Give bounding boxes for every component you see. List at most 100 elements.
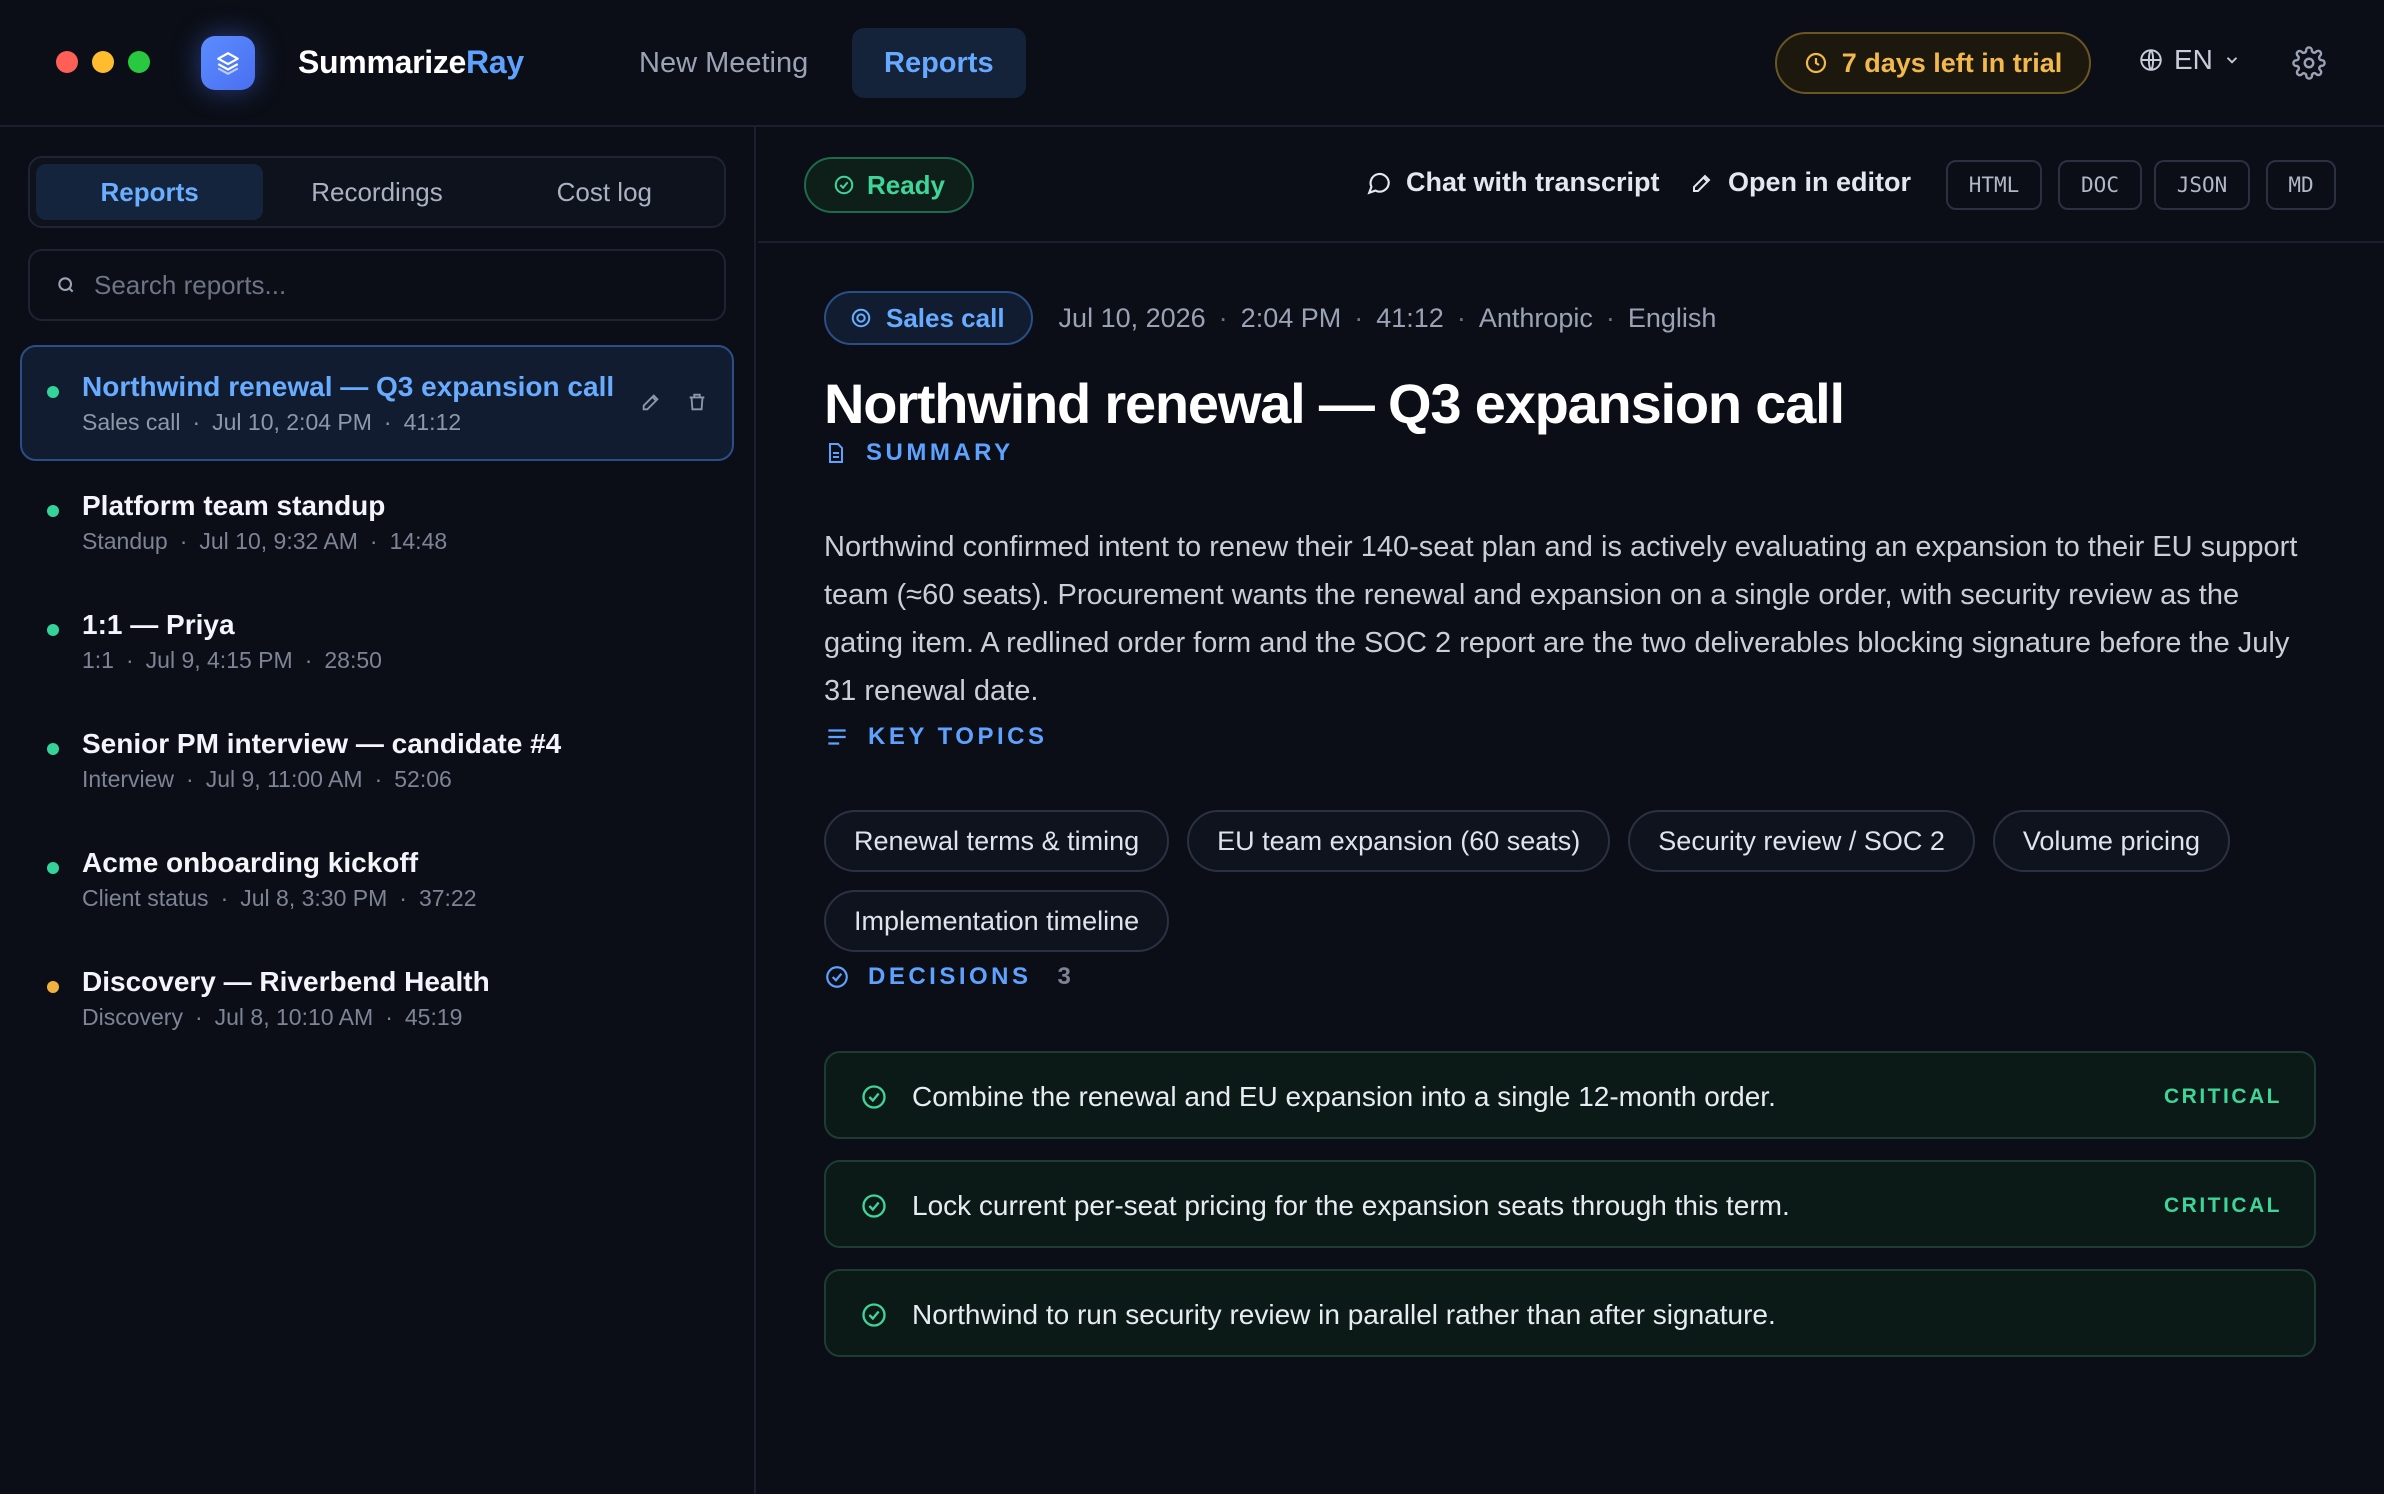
app-logo-icon [201, 36, 255, 90]
pencil-icon [1693, 174, 1711, 192]
report-item-meta: Client status · Jul 8, 3:30 PM · 37:22 [82, 885, 477, 911]
chat-label: Chat with transcript [1406, 167, 1660, 197]
trial-badge[interactable]: 7 days left in trial [1775, 32, 2091, 94]
pencil-icon [642, 394, 659, 411]
language-label: EN [2174, 44, 2213, 75]
page-title: Northwind renewal — Q3 expansion call [824, 372, 1845, 435]
report-item-title: Platform team standup [82, 490, 386, 521]
chat-bubble-icon [1367, 172, 1390, 195]
tab-reports[interactable]: Reports [36, 164, 264, 220]
report-view: Ready Chat with transcript Open in edito… [758, 127, 2384, 1494]
report-toolbar: Ready Chat with transcript Open in edito… [758, 127, 2384, 243]
topic-chip[interactable]: EU team expansion (60 seats) [1187, 810, 1611, 872]
trash-icon [689, 393, 705, 411]
decision-text: Combine the renewal and EU expansion int… [912, 1081, 1776, 1112]
export-doc-button[interactable]: DOC [2058, 160, 2142, 210]
list-icon [828, 729, 846, 745]
document-icon [829, 443, 843, 463]
sidebar: Reports Recordings Cost log Northwind re… [0, 127, 756, 1494]
topic-chip[interactable]: Volume pricing [1992, 810, 2230, 872]
topic-list: Renewal terms & timing EU team expansion… [824, 810, 2324, 952]
status-dot [47, 743, 59, 755]
report-item-title: 1:1 — Priya [82, 609, 235, 640]
trial-label: 7 days left in trial [1841, 47, 2063, 78]
sidebar-tabs: Reports Recordings Cost log [28, 156, 726, 228]
priority-badge: CRITICAL [2164, 1194, 2282, 1217]
globe-icon [2140, 49, 2162, 71]
zoom-window-button[interactable] [128, 51, 150, 73]
check-circle-icon [862, 1303, 886, 1327]
decision-item: Lock current per-seat pricing for the ex… [824, 1160, 2316, 1248]
decision-item: Northwind to run security review in para… [824, 1269, 2316, 1357]
report-item-title: Discovery — Riverbend Health [82, 966, 490, 997]
decision-text: Northwind to run security review in para… [912, 1299, 1776, 1330]
check-circle-icon [834, 175, 854, 195]
status-dot [47, 624, 59, 636]
tab-cost-log[interactable]: Cost log [491, 164, 718, 220]
search-icon [58, 277, 74, 293]
export-json-button[interactable]: JSON [2154, 160, 2250, 210]
delete-report-button[interactable] [686, 391, 708, 418]
key-topics-heading: KEY TOPICS [824, 723, 1048, 751]
tab-recordings[interactable]: Recordings [263, 164, 490, 220]
report-item-title: Acme onboarding kickoff [82, 847, 419, 878]
clock-icon [1805, 52, 1826, 74]
search-box [28, 249, 726, 321]
decision-item: Combine the renewal and EU expansion int… [824, 1051, 2316, 1139]
check-circle-icon [826, 966, 848, 988]
chevron-down-icon [2226, 57, 2238, 64]
report-item-meta: 1:1 · Jul 9, 4:15 PM · 28:50 [82, 647, 382, 673]
priority-badge: CRITICAL [2164, 1085, 2282, 1108]
status-dot [47, 505, 59, 517]
open-in-editor-button[interactable]: Open in editor [1690, 167, 1911, 198]
minimize-window-button[interactable] [92, 51, 114, 73]
nav-new-meeting[interactable]: New Meeting [607, 28, 840, 98]
chat-with-transcript-button[interactable]: Chat with transcript [1366, 167, 1660, 198]
report-item-meta: Sales call · Jul 10, 2:04 PM · 41:12 [82, 409, 462, 435]
report-item-meta: Discovery · Jul 8, 10:10 AM · 45:19 [82, 1004, 463, 1030]
close-window-button[interactable] [56, 51, 78, 73]
summary-heading: SUMMARY [824, 439, 1014, 467]
editor-label: Open in editor [1728, 167, 1912, 197]
nav-reports[interactable]: Reports [852, 28, 1026, 98]
status-dot [47, 981, 59, 993]
topic-chip[interactable]: Security review / SOC 2 [1628, 810, 1975, 872]
search-input[interactable] [94, 269, 694, 301]
summary-text: Northwind confirmed intent to renew thei… [824, 531, 2298, 707]
target-icon [851, 308, 871, 328]
export-html-button[interactable]: HTML [1946, 160, 2042, 210]
report-list-item[interactable]: Senior PM interview — candidate #4 Inter… [20, 702, 734, 818]
status-badge: Ready [804, 157, 974, 213]
decisions-count: 3 [1057, 963, 1071, 990]
report-item-title: Senior PM interview — candidate #4 [82, 728, 562, 759]
decision-text: Lock current per-seat pricing for the ex… [912, 1190, 1790, 1221]
report-list-item[interactable]: Discovery — Riverbend Health Discovery · J… [20, 940, 734, 1056]
topic-chip[interactable]: Implementation timeline [824, 890, 1170, 952]
status-label: Ready [866, 169, 946, 200]
check-circle-icon [862, 1085, 886, 1109]
report-list-item[interactable]: Acme onboarding kickoff Client status · Ju… [20, 821, 734, 937]
report-item-meta: Interview · Jul 9, 11:00 AM · 52:06 [82, 766, 452, 792]
rename-report-button[interactable] [640, 391, 662, 418]
meeting-type-badge: Sales call [824, 291, 1033, 345]
report-list-item[interactable]: 1:1 — Priya 1:1 · Jul 9, 4:15 PM · 28:50 [20, 583, 734, 699]
settings-button[interactable] [2292, 46, 2326, 85]
status-dot [47, 386, 59, 398]
export-md-button[interactable]: MD [2266, 160, 2336, 210]
report-item-meta: Standup · Jul 10, 9:32 AM · 14:48 [82, 528, 448, 554]
report-list: Northwind renewal — Q3 expansion call Sa… [20, 345, 734, 1056]
report-meta-text: Jul 10, 2026 · 2:04 PM · 41:12 · Anthropic · Eng… [1058, 302, 1717, 333]
brand-name: SummarizeRay [298, 44, 524, 80]
decisions-heading: DECISIONS 3 [824, 963, 1071, 991]
status-dot [47, 862, 59, 874]
topic-chip[interactable]: Renewal terms & timing [824, 810, 1170, 872]
decision-list: Combine the renewal and EU expansion int… [824, 1051, 2316, 1357]
report-list-item[interactable]: Platform team standup Standup · Jul 10, 9:… [20, 464, 734, 580]
gear-icon [2292, 46, 2326, 80]
language-selector[interactable]: EN [2138, 44, 2241, 76]
window-controls [56, 51, 150, 73]
report-item-title: Northwind renewal — Q3 expansion call [82, 371, 615, 402]
check-circle-icon [862, 1194, 886, 1218]
title-bar: SummarizeRay New Meeting Reports 7 days … [0, 0, 2384, 127]
report-list-item[interactable]: Northwind renewal — Q3 expansion call Sa… [20, 345, 734, 461]
